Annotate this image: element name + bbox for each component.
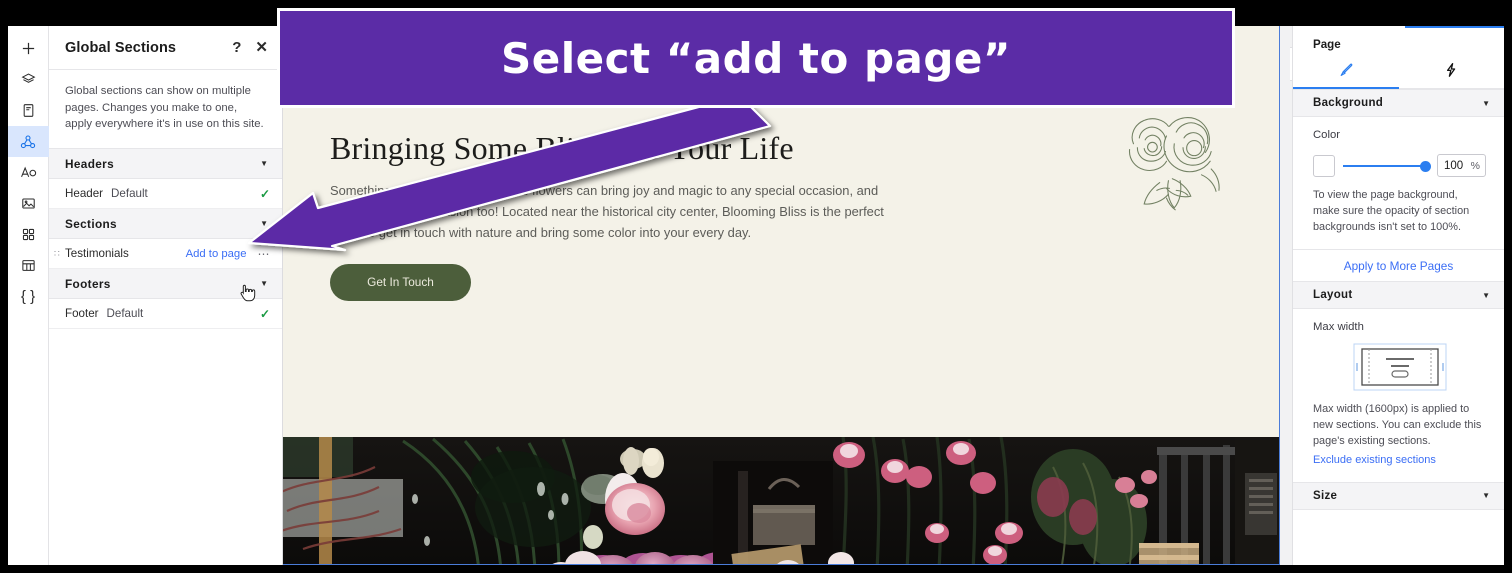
typography-icon[interactable] [8,157,49,188]
group-label: Footers [65,276,111,291]
exclude-existing-sections-link[interactable]: Exclude existing sections [1313,454,1436,466]
section-header-size[interactable]: Size ▼ [1293,481,1504,510]
site-hero-photo [283,437,1279,564]
group-header-headers[interactable]: Headers ▼ [49,149,282,180]
row-name: Footer [65,307,99,321]
drag-handle-icon[interactable]: ∷ [54,249,62,258]
tab-actions[interactable] [1399,57,1505,88]
applied-check-icon: ✓ [259,306,270,321]
callout-banner: Select “add to page” [277,8,1235,108]
list-item-footer-default[interactable]: Footer Default ✓ [49,299,282,330]
code-icon[interactable]: { } [8,281,49,312]
chevron-down-icon: ▼ [260,219,268,229]
max-width-label: Max width [1313,321,1364,334]
chevron-down-icon: ▼ [260,279,268,289]
layers-icon[interactable] [8,64,49,95]
chevron-down-icon: ▼ [1482,98,1490,108]
properties-panel-title: Page [1313,38,1341,51]
opacity-unit: % [1470,159,1480,172]
group-label: Sections [65,216,117,231]
add-to-page-link[interactable]: Add to page [186,248,247,260]
chevron-down-icon: ▼ [1482,290,1490,300]
group-header-footers[interactable]: Footers ▼ [49,269,282,300]
global-sections-header: Global Sections ? ✕ [49,26,282,70]
close-icon[interactable]: ✕ [255,40,268,55]
section-header-layout[interactable]: Layout ▼ [1293,281,1504,310]
site-hero-cta-button[interactable]: Get In Touch [330,263,471,301]
pages-icon[interactable] [8,95,49,126]
group-header-sections[interactable]: Sections ▼ [49,209,282,240]
row-subname: Default [106,307,144,321]
section-header-background[interactable]: Background ▼ [1293,89,1504,117]
section-body-layout: Max width Max width (1600px) is applied … [1293,309,1504,481]
global-sections-icon[interactable] [8,126,49,157]
row-overflow-menu-icon[interactable]: ⋯ [258,247,271,261]
lightning-icon [1443,62,1459,83]
properties-panel: Page Background ▼ Color 100 % To view th… [1292,26,1504,565]
background-helper-text: To view the page background, make sure t… [1313,189,1470,233]
section-body-background: Color 100 % To view the page background,… [1293,117,1504,249]
color-swatch[interactable] [1313,154,1335,177]
slider-track [1343,164,1425,167]
rose-line-art-icon [1116,101,1252,219]
list-item-testimonials[interactable]: ∷ Testimonials Add to page ⋯ [49,239,282,270]
section-label: Background [1313,97,1384,109]
site-hero-section: Bringing Some Bliss Into Your Life Somet… [283,117,1279,301]
panel-description: Global sections can show on multiple pag… [49,70,282,150]
screenshot-root: { } Global Sections ? ✕ Global sections … [0,0,1512,573]
images-icon[interactable] [8,188,49,219]
max-width-preview-icon[interactable] [1353,343,1447,391]
panel-title: Global Sections [65,39,177,56]
row-subname: Default [111,187,148,201]
background-color-control: 100 % [1313,154,1486,177]
apps-icon[interactable] [8,219,49,250]
section-label: Layout [1313,289,1353,302]
chevron-down-icon: ▼ [260,159,268,169]
layout-helper-text: Max width (1600px) is applied to new sec… [1313,403,1482,448]
brush-icon [1338,62,1354,83]
list-item-header-default[interactable]: Header Default ✓ [49,179,282,210]
group-label: Headers [65,156,115,171]
global-sections-panel: Global Sections ? ✕ Global sections can … [49,26,283,565]
properties-tabs [1293,57,1504,89]
editor-icon-rail: { } [8,26,49,565]
applied-check-icon: ✓ [259,186,270,201]
chevron-down-icon: ▼ [1482,491,1490,501]
color-field-label: Color [1313,129,1340,141]
opacity-input[interactable]: 100 % [1437,154,1486,177]
row-name: Header [65,187,104,201]
help-icon[interactable]: ? [232,40,241,55]
opacity-value: 100 [1444,159,1464,172]
slider-knob[interactable] [1420,160,1431,172]
site-hero-body: Something as seemingly simple as flowers… [330,183,884,240]
row-name: Testimonials [65,247,129,261]
callout-banner-text: Select “add to page” [500,33,1012,83]
apply-to-more-pages-link[interactable]: Apply to More Pages [1293,249,1504,281]
table-icon[interactable] [8,250,49,281]
section-label: Size [1313,489,1338,502]
tab-design[interactable] [1293,57,1399,89]
opacity-slider[interactable] [1343,155,1431,177]
add-icon[interactable] [8,33,49,64]
